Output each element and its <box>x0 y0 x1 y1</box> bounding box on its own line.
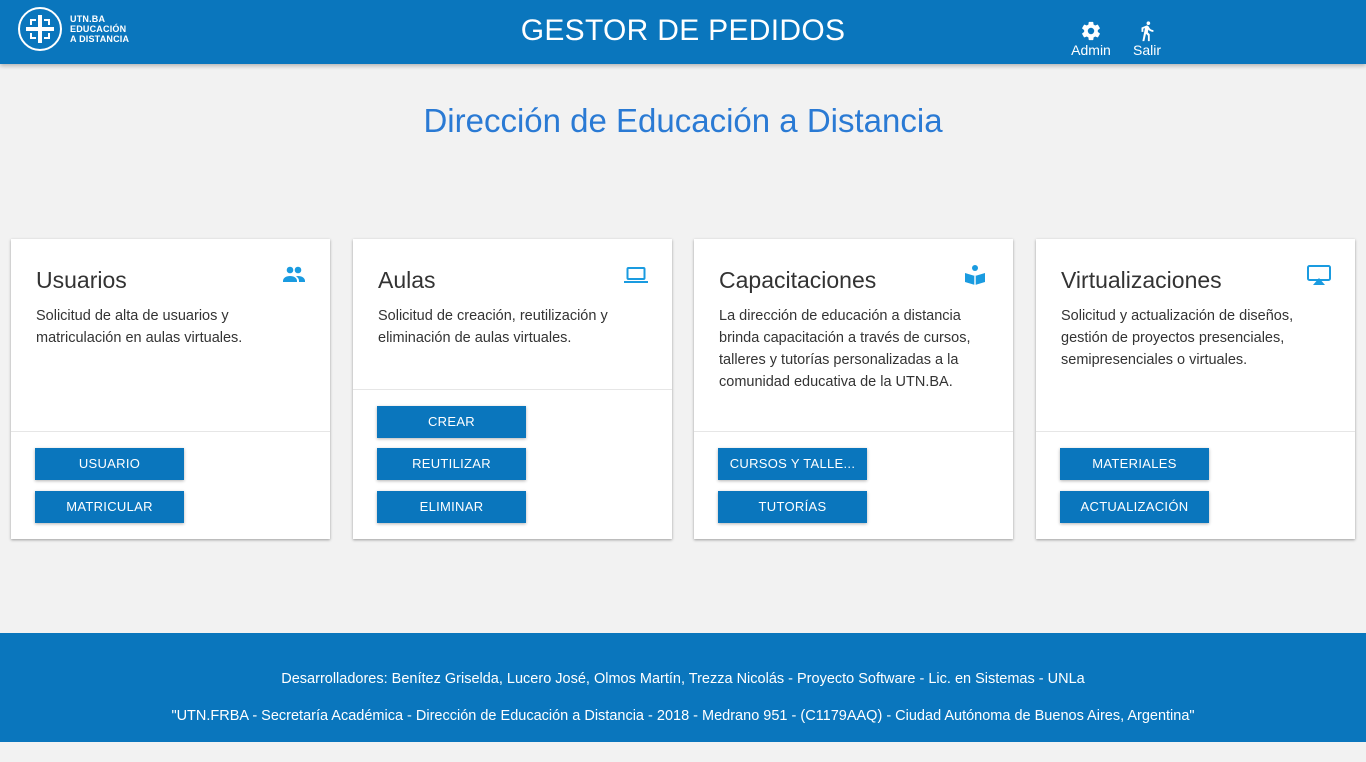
reutilizar-button[interactable]: REUTILIZAR <box>377 448 526 480</box>
card-title: Capacitaciones <box>719 267 877 293</box>
book-reader-icon <box>965 265 985 285</box>
footer-developers: Desarrolladores: Benítez Griselda, Lucer… <box>281 671 1085 687</box>
airplay-icon <box>1307 265 1331 285</box>
card-title: Aulas <box>378 267 436 293</box>
materiales-button[interactable]: MATERIALES <box>1060 448 1209 480</box>
card-aulas: Aulas Solicitud de creación, reutilizaci… <box>353 239 672 539</box>
card-title: Usuarios <box>36 267 127 293</box>
running-person-icon <box>1141 21 1154 42</box>
footer-address: "UTN.FRBA - Secretaría Académica - Direc… <box>171 708 1195 724</box>
card-description: Solicitud y actualización de diseños, ge… <box>1061 308 1294 368</box>
tutorias-button[interactable]: TUTORÍAS <box>718 491 867 523</box>
crear-button[interactable]: CREAR <box>377 406 526 438</box>
card-description: Solicitud de alta de usuarios y matricul… <box>36 308 243 346</box>
card-usuarios: Usuarios Solicitud de alta de usuarios y… <box>11 239 330 539</box>
cursos-y-talleres-button[interactable]: CURSOS Y TALLE... <box>718 448 867 480</box>
people-icon <box>283 266 305 282</box>
actualizacion-button[interactable]: ACTUALIZACIÓN <box>1060 491 1209 523</box>
card-divider <box>353 389 672 390</box>
card-divider <box>694 431 1013 432</box>
salir-button[interactable]: Salir <box>1130 20 1164 58</box>
card-description: La dirección de educación a distancia br… <box>719 308 971 390</box>
usuario-button[interactable]: USUARIO <box>35 448 184 480</box>
admin-label: Admin <box>1071 42 1111 58</box>
footer: Desarrolladores: Benítez Griselda, Lucer… <box>0 633 1366 742</box>
top-app-bar: UTN.BA EDUCACIÓN A DISTANCIA GESTOR DE P… <box>0 0 1366 64</box>
matricular-button[interactable]: MATRICULAR <box>35 491 184 523</box>
salir-label: Salir <box>1132 42 1161 58</box>
card-divider <box>11 431 330 432</box>
gear-icon <box>1082 21 1100 41</box>
page-heading: Dirección de Educación a Distancia <box>423 102 943 139</box>
laptop-icon <box>624 267 648 283</box>
card-virtualizaciones: Virtualizaciones Solicitud y actualizaci… <box>1036 239 1355 539</box>
card-title: Virtualizaciones <box>1061 267 1222 293</box>
card-description: Solicitud de creación, reutilización y e… <box>378 308 608 346</box>
admin-button[interactable]: Admin <box>1068 20 1114 58</box>
eliminar-button[interactable]: ELIMINAR <box>377 491 526 523</box>
card-capacitaciones: Capacitaciones La dirección de educación… <box>694 239 1013 539</box>
card-divider <box>1036 431 1355 432</box>
